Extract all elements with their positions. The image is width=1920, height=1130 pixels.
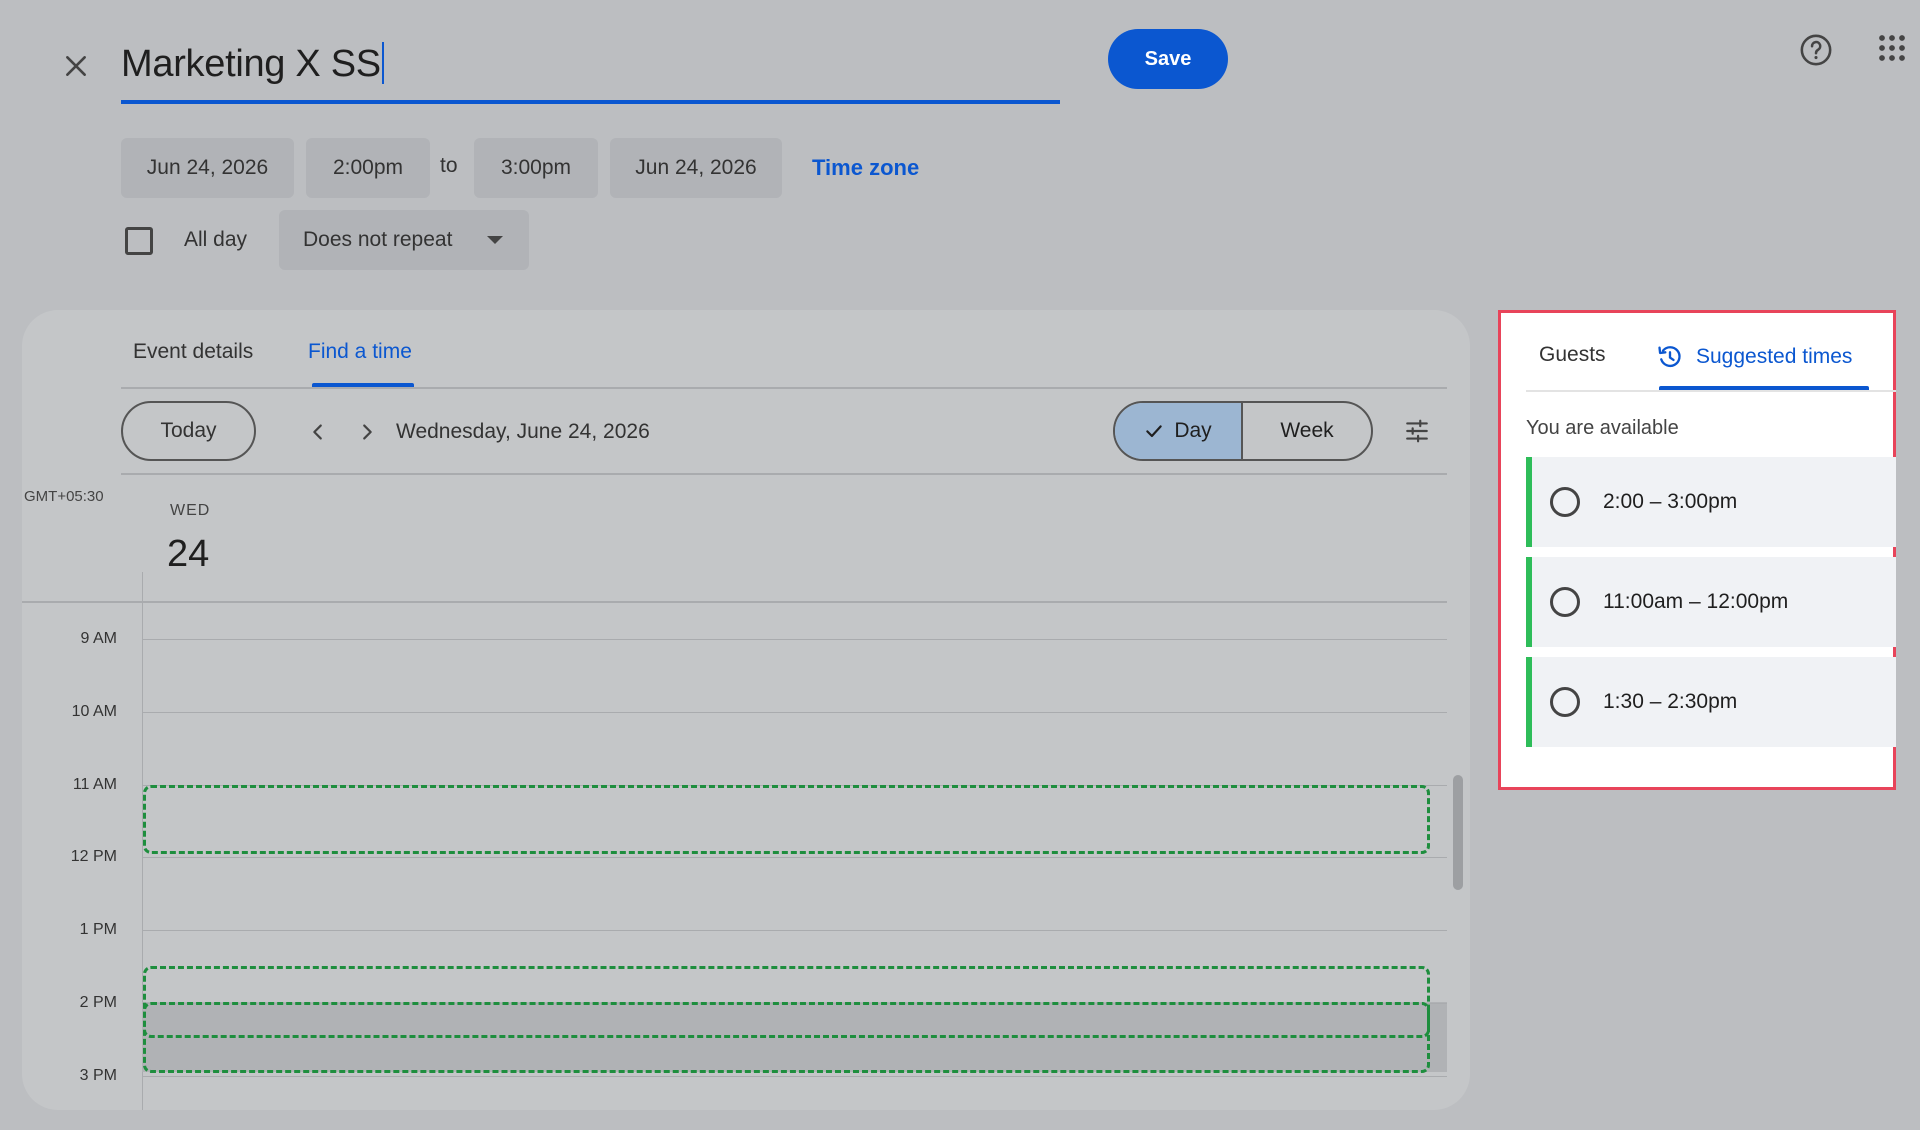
hour-line [142, 1076, 1447, 1077]
week-view-button[interactable]: Week [1243, 403, 1371, 459]
save-button[interactable]: Save [1108, 29, 1228, 89]
filter-settings-button[interactable] [1402, 416, 1432, 446]
weekday-label: WED [170, 502, 211, 519]
hour-label: 10 AM [71, 703, 117, 720]
toolbar-divider [121, 473, 1447, 475]
day-view-label: Day [1174, 419, 1212, 442]
calendar-scrollbar[interactable] [1453, 775, 1463, 890]
suggestion-time: 11:00am – 12:00pm [1603, 590, 1789, 613]
hour-line [142, 930, 1447, 931]
today-button[interactable]: Today [121, 401, 256, 461]
hour-line [142, 639, 1447, 640]
check-icon [1146, 425, 1163, 438]
tab-guests[interactable]: Guests [1539, 343, 1606, 367]
schedule-history-icon [1658, 346, 1681, 368]
hour-label: 12 PM [70, 848, 117, 865]
radio-button[interactable] [1550, 487, 1580, 517]
end-date-chip[interactable]: Jun 24, 2026 [610, 138, 782, 198]
suggested-times-panel: Guests Suggested times You are available… [1498, 310, 1896, 790]
suggestion-card[interactable]: 11:00am – 12:00pm [1526, 557, 1896, 647]
close-button[interactable] [56, 46, 96, 86]
help-button[interactable] [1796, 30, 1836, 70]
tab-find-a-time[interactable]: Find a time [308, 340, 412, 364]
radio-button[interactable] [1550, 687, 1580, 717]
close-icon [66, 56, 86, 76]
apps-button[interactable] [1872, 28, 1912, 68]
view-toggle: Day Week [1113, 401, 1373, 461]
find-a-time-panel: Event details Find a time Today Wednesda… [22, 310, 1470, 1110]
timezone-label: GMT+05:30 [24, 488, 104, 505]
radio-button[interactable] [1550, 587, 1580, 617]
help-icon [1800, 34, 1832, 66]
tabs-divider [1526, 390, 1896, 392]
apps-grid-icon [1879, 35, 1905, 61]
tab-event-details[interactable]: Event details [133, 340, 253, 364]
hour-label: 9 AM [80, 630, 117, 647]
suggestion-card[interactable]: 2:00 – 3:00pm [1526, 457, 1896, 547]
event-title-field[interactable]: Marketing X SS [121, 34, 1060, 104]
suggestion-card[interactable]: 1:30 – 2:30pm [1526, 657, 1896, 747]
tab-suggested-times[interactable]: Suggested times [1656, 343, 1852, 371]
hour-label: 2 PM [79, 994, 117, 1011]
suggestion-time: 2:00 – 3:00pm [1603, 490, 1738, 513]
all-day-label: All day [184, 228, 248, 251]
hour-line [142, 712, 1447, 713]
hour-label: 11 AM [72, 776, 117, 793]
to-label: to [440, 154, 458, 177]
suggested-times-label: Suggested times [1696, 345, 1853, 368]
hour-label: 1 PM [79, 921, 117, 938]
repeat-value: Does not repeat [303, 228, 453, 251]
next-day-button[interactable] [352, 417, 382, 447]
suggestion-time: 1:30 – 2:30pm [1603, 690, 1738, 713]
event-title-input[interactable]: Marketing X SS [121, 42, 384, 86]
suggested-slot-11am[interactable] [143, 785, 1430, 854]
day-number: 24 [167, 533, 210, 575]
event-title-text: Marketing X SS [121, 43, 381, 85]
hour-label: 3 PM [79, 1067, 117, 1084]
repeat-dropdown[interactable]: Does not repeat [279, 210, 529, 270]
start-date-chip[interactable]: Jun 24, 2026 [121, 138, 294, 198]
chevron-left-icon [313, 424, 322, 440]
text-caret [381, 42, 384, 84]
tune-icon [1406, 419, 1428, 443]
chevron-right-icon [363, 424, 372, 440]
dropdown-arrow-icon [487, 236, 503, 244]
tabs-divider [121, 387, 1447, 389]
hour-line [142, 857, 1447, 858]
time-zone-link[interactable]: Time zone [812, 155, 919, 181]
day-view-button[interactable]: Day [1115, 403, 1243, 459]
all-day-checkbox[interactable] [125, 227, 153, 255]
suggested-slot-2pm[interactable] [143, 1002, 1430, 1073]
end-time-chip[interactable]: 3:00pm [474, 138, 598, 198]
previous-day-button[interactable] [303, 417, 333, 447]
current-date-label: Wednesday, June 24, 2026 [396, 420, 650, 443]
start-time-chip[interactable]: 2:00pm [306, 138, 430, 198]
availability-label: You are available [1526, 417, 1679, 439]
calendar-header-divider [22, 601, 1447, 603]
